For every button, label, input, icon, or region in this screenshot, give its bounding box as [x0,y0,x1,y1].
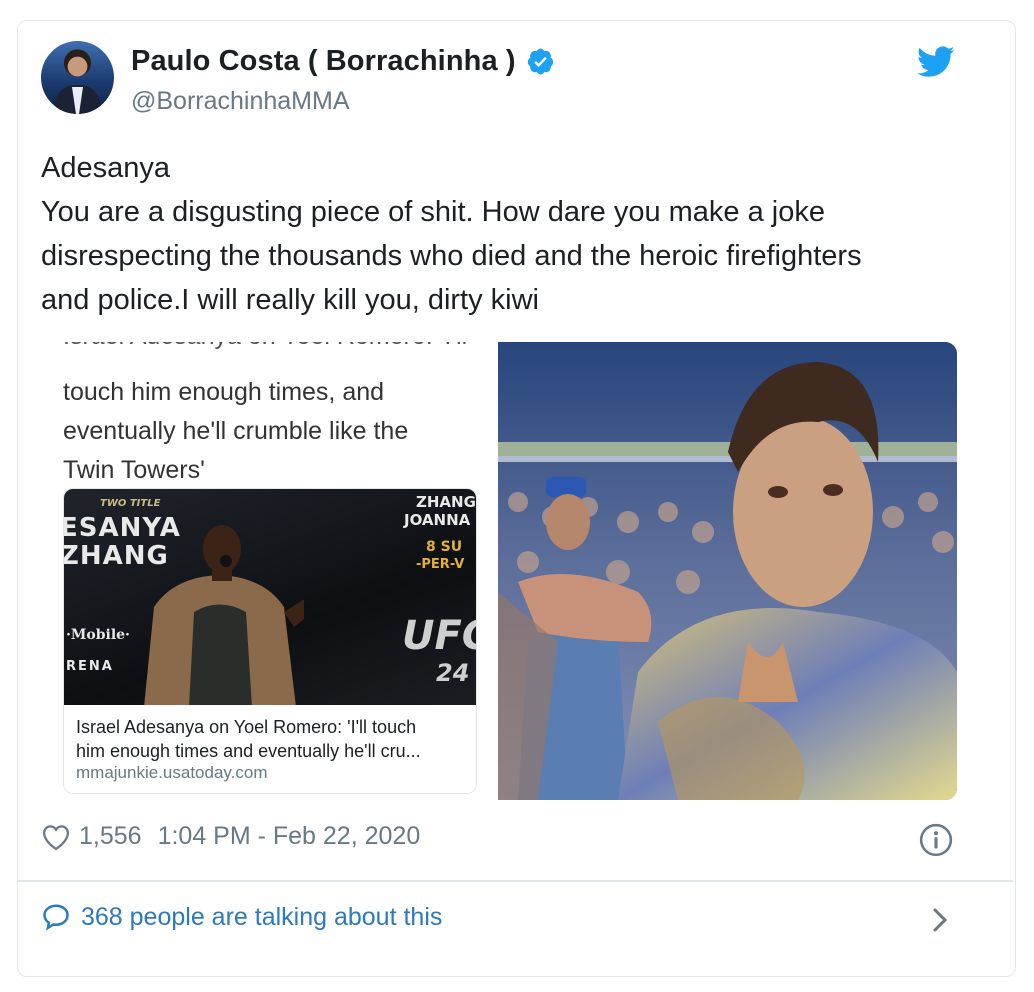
author-handle[interactable]: @BorrachinhaMMA [131,87,350,116]
screenshot-text-line: touch him enough times, and [63,378,385,406]
info-icon[interactable] [919,823,953,857]
screenshot-text-cropped: Israel Adesanya on Yoel Romero: 'I'll [63,342,467,351]
preview-image-text: RENA [66,659,114,674]
screenshot-text-line: Twin Towers' [63,456,205,484]
link-preview-card: TWO TITLE ESANYA ZHANG ZHANG JOANNA 8 SU… [63,488,477,794]
preview-image-text: 8 SU [426,539,463,555]
preview-image-text: 24 [436,659,470,687]
preview-image-text: ·Mobile· [66,627,130,643]
link-preview-title-line: him enough times and eventually he'll cr… [76,741,421,761]
link-preview-image: TWO TITLE ESANYA ZHANG ZHANG JOANNA 8 SU… [64,489,476,705]
preview-image-text: JOANNA [404,511,471,529]
preview-image-text: UFC [402,613,476,659]
chevron-right-icon[interactable] [929,905,951,935]
media-image-right[interactable] [498,342,957,800]
screenshot-text-line: eventually he'll crumble like the [63,417,409,445]
tweet-text-line: Adesanya [41,152,170,184]
talking-count-text[interactable]: 368 people are talking about this [81,903,442,932]
tweet-meta: 1,556 1:04 PM - Feb 22, 2020 [41,822,420,851]
verified-badge-icon [527,48,553,75]
tweet-text-line: and police.I will really kill you, dirty… [41,284,539,316]
link-preview-title-line: Israel Adesanya on Yoel Romero: 'I'll to… [76,717,417,737]
link-preview-title[interactable]: Israel Adesanya on Yoel Romero: 'I'll to… [76,715,466,763]
link-preview-domain[interactable]: mmajunkie.usatoday.com [76,763,268,783]
tweet-text-line: You are a disgusting piece of shit. How … [41,196,826,228]
comment-bubble-icon [43,904,69,931]
author-display-name[interactable]: Paulo Costa ( Borrachinha ) [131,45,516,78]
twitter-bird-icon[interactable] [917,46,955,78]
author-avatar[interactable] [41,41,114,114]
preview-image-text: TWO TITLE [100,498,161,509]
tweet-timestamp[interactable]: 1:04 PM - Feb 22, 2020 [158,822,421,851]
author-name-row[interactable]: Paulo Costa ( Borrachinha ) [131,45,555,78]
footer-divider [17,880,1013,882]
arena-photo [498,342,957,800]
preview-image-text: ZHANG [416,493,476,511]
tweet-text: Adesanya You are a disgusting piece of s… [41,146,971,322]
speaker-figure [144,525,304,705]
like-count[interactable]: 1,556 [79,822,142,851]
conversation-link[interactable]: 368 people are talking about this [41,902,442,932]
media-image-left[interactable]: Israel Adesanya on Yoel Romero: 'I'll to… [41,342,495,798]
preview-image-text: -PER-V [416,557,465,572]
heart-icon[interactable] [41,823,71,851]
tweet-text-line: disrespecting the thousands who died and… [41,240,862,272]
